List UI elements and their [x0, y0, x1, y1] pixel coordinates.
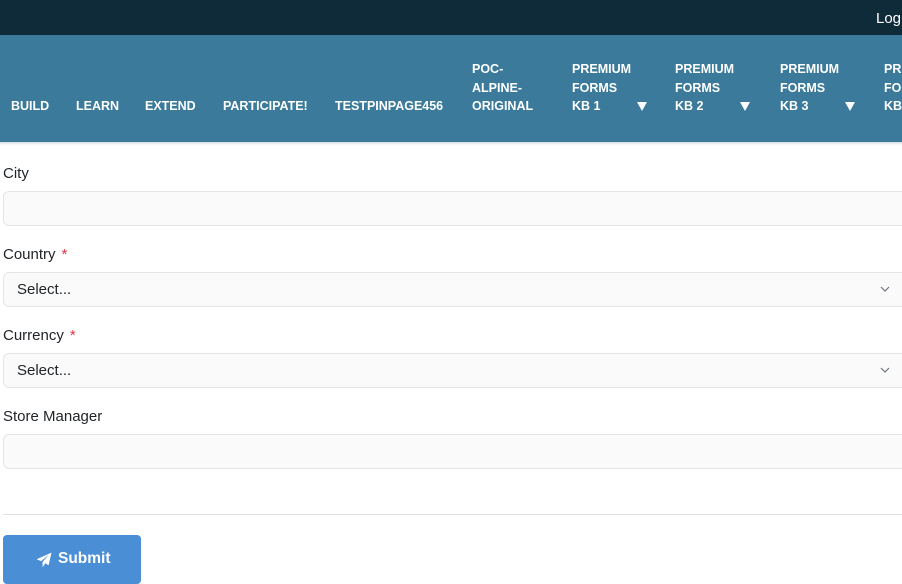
required-mark: * — [61, 246, 68, 263]
nav-item-learn[interactable]: LEARN — [76, 97, 119, 116]
nav-item-testpinpage456[interactable]: TESTPINPAGE456 — [335, 97, 443, 116]
currency-select[interactable]: Select... — [3, 353, 902, 388]
nav-item-label: EXTEND — [145, 99, 196, 113]
caret-down-icon — [740, 102, 750, 111]
nav-item-premium-forms-partial[interactable]: PRE FOR KB — [884, 60, 902, 116]
nav-item-label-line: FORMS — [675, 80, 721, 95]
nav-item-label-line: PREMIUM — [572, 62, 632, 76]
caret-down-icon — [845, 102, 855, 111]
caret-down-icon — [637, 102, 647, 111]
store-manager-label: Store Manager — [3, 408, 102, 425]
paper-plane-icon — [36, 552, 52, 568]
country-label-text: Country — [3, 246, 56, 263]
nav-item-poc-alpine-original[interactable]: POC- ALPINE- ORIGINAL — [472, 60, 533, 116]
city-label: City — [3, 165, 29, 182]
required-mark: * — [69, 327, 76, 344]
city-label-text: City — [3, 165, 29, 182]
nav-item-premium-forms-kb2[interactable]: PREMIUM FORMS KB 2 — [675, 60, 753, 116]
nav-item-label-line: FORMS — [780, 80, 826, 95]
nav-shadow — [0, 142, 902, 145]
nav-item-label-line: PREMIUM — [780, 62, 840, 76]
city-input[interactable] — [3, 191, 902, 226]
nav-item-label: LEARN — [76, 99, 120, 113]
chevron-down-icon — [880, 367, 890, 373]
form-divider — [3, 514, 902, 515]
country-label: Country * — [3, 246, 67, 263]
store-manager-input[interactable] — [3, 434, 902, 469]
nav-item-label-line: FORMS — [572, 80, 618, 95]
nav-item-label: BUILD — [11, 99, 50, 113]
nav-item-extend[interactable]: EXTEND — [145, 97, 196, 116]
currency-label-text: Currency — [3, 327, 64, 344]
nav-item-label: TESTPINPAGE456 — [335, 99, 444, 113]
currency-label: Currency * — [3, 327, 76, 344]
nav-item-label-line: ORIGINAL — [472, 99, 534, 113]
nav-item-label: PARTICIPATE! — [223, 99, 308, 113]
chevron-down-icon — [880, 286, 890, 292]
nav-item-premium-forms-kb1[interactable]: PREMIUM FORMS KB 1 — [572, 60, 650, 116]
main-nav: BUILD LEARN EXTEND PARTICIPATE! TESTPINP… — [0, 35, 902, 142]
store-manager-label-text: Store Manager — [3, 408, 103, 425]
nav-item-label-line: ALPINE- — [472, 80, 522, 95]
nav-item-premium-forms-kb3[interactable]: PREMIUM FORMS KB 3 — [780, 60, 858, 116]
submit-label: Submit — [58, 550, 111, 567]
nav-item-build[interactable]: BUILD — [11, 97, 49, 116]
currency-selected-value: Select... — [17, 362, 72, 379]
login-link[interactable]: Logi — [876, 10, 902, 27]
submit-button[interactable]: Submit — [3, 535, 141, 584]
nav-item-participate[interactable]: PARTICIPATE! — [223, 97, 308, 116]
country-select[interactable]: Select... — [3, 272, 902, 307]
top-bar: Logi — [0, 0, 902, 35]
nav-item-label-line: FOR — [884, 80, 902, 95]
country-selected-value: Select... — [17, 281, 72, 298]
nav-item-label-line: PRE — [884, 62, 902, 76]
nav-item-label-line: POC- — [472, 62, 504, 76]
nav-item-label-line: PREMIUM — [675, 62, 735, 76]
nav-item-label-line: KB — [884, 99, 902, 113]
